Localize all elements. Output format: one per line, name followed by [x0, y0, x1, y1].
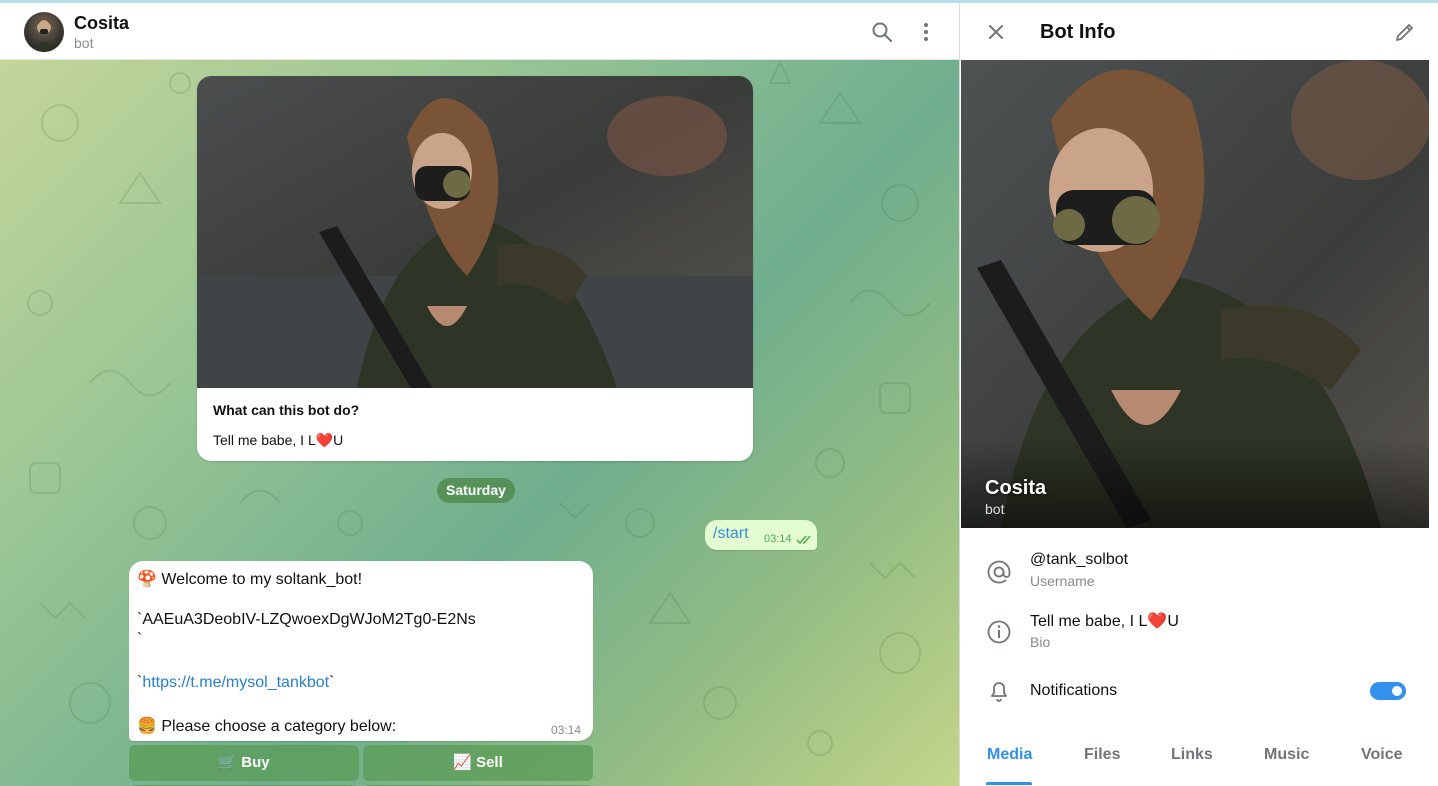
- info-icon: [986, 619, 1012, 645]
- media-tabs: Media Files Links Music Voice: [960, 733, 1438, 786]
- keyboard-sell-button[interactable]: 📈 Sell: [363, 745, 593, 781]
- double-check-icon: [796, 533, 814, 545]
- active-tab-indicator: [986, 782, 1032, 785]
- backtick-line: `: [137, 631, 143, 648]
- more-vertical-icon[interactable]: [914, 20, 938, 44]
- notifications-label[interactable]: Notifications: [1030, 682, 1117, 700]
- bot-info-panel: Bot Info Cosita bot @tank_solbot Usernam…: [959, 3, 1438, 786]
- intro-bio: Tell me babe, I L❤️U: [213, 432, 344, 448]
- tab-music[interactable]: Music: [1264, 746, 1309, 764]
- edit-pencil-icon[interactable]: [1393, 20, 1417, 44]
- incoming-message[interactable]: 🍄 Welcome to my soltank_bot! `AAEuA3Deob…: [129, 561, 593, 741]
- bot-intro-image[interactable]: [197, 76, 753, 388]
- profile-subtitle: bot: [985, 501, 1005, 517]
- at-sign-icon: [986, 559, 1012, 585]
- date-separator: Saturday: [437, 478, 515, 503]
- profile-photo[interactable]: Cosita bot: [961, 60, 1429, 528]
- bio-value[interactable]: Tell me babe, I L❤️U: [1030, 611, 1179, 631]
- search-icon[interactable]: [870, 20, 894, 44]
- bot-link[interactable]: https://t.me/mysol_tankbot: [142, 674, 329, 691]
- bot-intro-card: What can this bot do? Tell me babe, I L❤…: [197, 76, 753, 461]
- chat-title[interactable]: Cosita: [74, 13, 129, 34]
- avatar-portrait: [32, 18, 56, 52]
- incoming-time: 03:14: [551, 723, 582, 737]
- info-title: Bot Info: [1040, 21, 1116, 43]
- toggle-knob: [1390, 684, 1404, 698]
- link-line: `https://t.me/mysol_tankbot`: [137, 674, 334, 692]
- tab-voice[interactable]: Voice: [1361, 746, 1403, 764]
- info-header: Bot Info: [960, 3, 1438, 60]
- chat-header: Cosita bot: [0, 3, 959, 60]
- outgoing-time: 03:14: [764, 533, 792, 545]
- intro-question: What can this bot do?: [213, 402, 360, 418]
- close-icon[interactable]: [984, 20, 1008, 44]
- username-label: Username: [1030, 573, 1095, 589]
- token-line: `AAEuA3DeobIV-LZQwoexDgWJoM2Tg0-E2Ns: [137, 611, 476, 628]
- tab-links[interactable]: Links: [1171, 746, 1213, 764]
- username-value[interactable]: @tank_solbot: [1030, 551, 1128, 569]
- outgoing-command[interactable]: /start: [713, 525, 749, 543]
- tab-media[interactable]: Media: [987, 746, 1032, 764]
- link-suffix: `: [329, 674, 335, 691]
- keyboard-buy-button[interactable]: 🛒 Buy: [129, 745, 359, 781]
- chat-panel: Cosita bot What can this bot do? Tell me…: [0, 3, 959, 786]
- outgoing-message[interactable]: /start 03:14: [705, 520, 817, 550]
- category-prompt: 🍔 Please choose a category below:: [137, 718, 397, 735]
- bell-icon: [986, 678, 1012, 704]
- chat-subtitle: bot: [74, 35, 94, 51]
- notifications-toggle[interactable]: [1370, 682, 1406, 700]
- bio-label: Bio: [1030, 634, 1051, 650]
- profile-name: Cosita: [985, 477, 1047, 499]
- tab-files[interactable]: Files: [1084, 746, 1120, 764]
- welcome-line: 🍄 Welcome to my soltank_bot!: [137, 571, 363, 588]
- chat-avatar[interactable]: [24, 12, 64, 52]
